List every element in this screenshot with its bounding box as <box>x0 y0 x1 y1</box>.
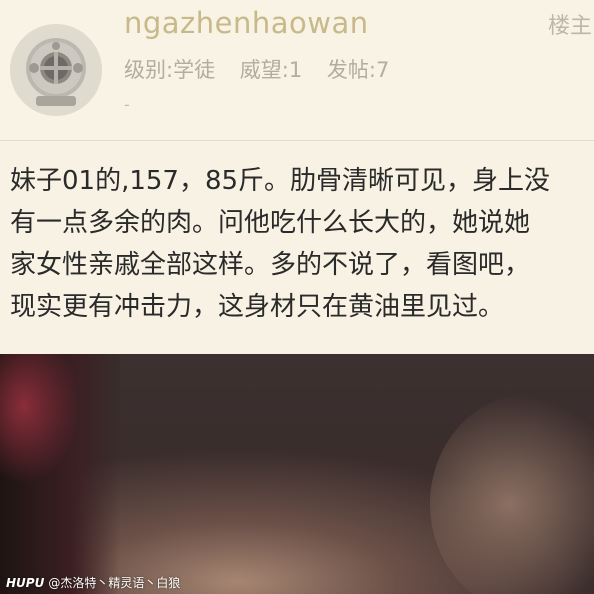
floor-label: 楼主 <box>548 14 593 39</box>
user-post-count: 发帖:7 <box>326 58 390 82</box>
user-prestige: 威望:1 <box>239 58 303 82</box>
divider <box>0 140 594 141</box>
username[interactable]: ngazhenhaowan <box>124 6 369 40</box>
diving-helmet-icon <box>10 24 102 116</box>
user-signature: - <box>124 95 130 114</box>
post-body: 妹子01的,157，85斤。肋骨清晰可见，身上没 有一点多余的肉。问他吃什么长大… <box>10 166 551 322</box>
watermark-brand: HUPU <box>6 576 45 590</box>
user-level: 级别:学徒 <box>124 58 216 82</box>
post-image[interactable] <box>0 354 594 594</box>
post-header: ngazhenhaowan 楼主 级别:学徒 威望:1 发帖:7 - <box>0 0 594 140</box>
user-meta: 级别:学徒 威望:1 发帖:7 <box>124 54 407 84</box>
watermark-text: @杰洛特丶精灵语丶白狼 <box>48 576 181 590</box>
watermark: HUPU @杰洛特丶精灵语丶白狼 <box>6 574 180 591</box>
avatar[interactable] <box>10 24 102 116</box>
photo-red-fabric <box>0 354 80 484</box>
